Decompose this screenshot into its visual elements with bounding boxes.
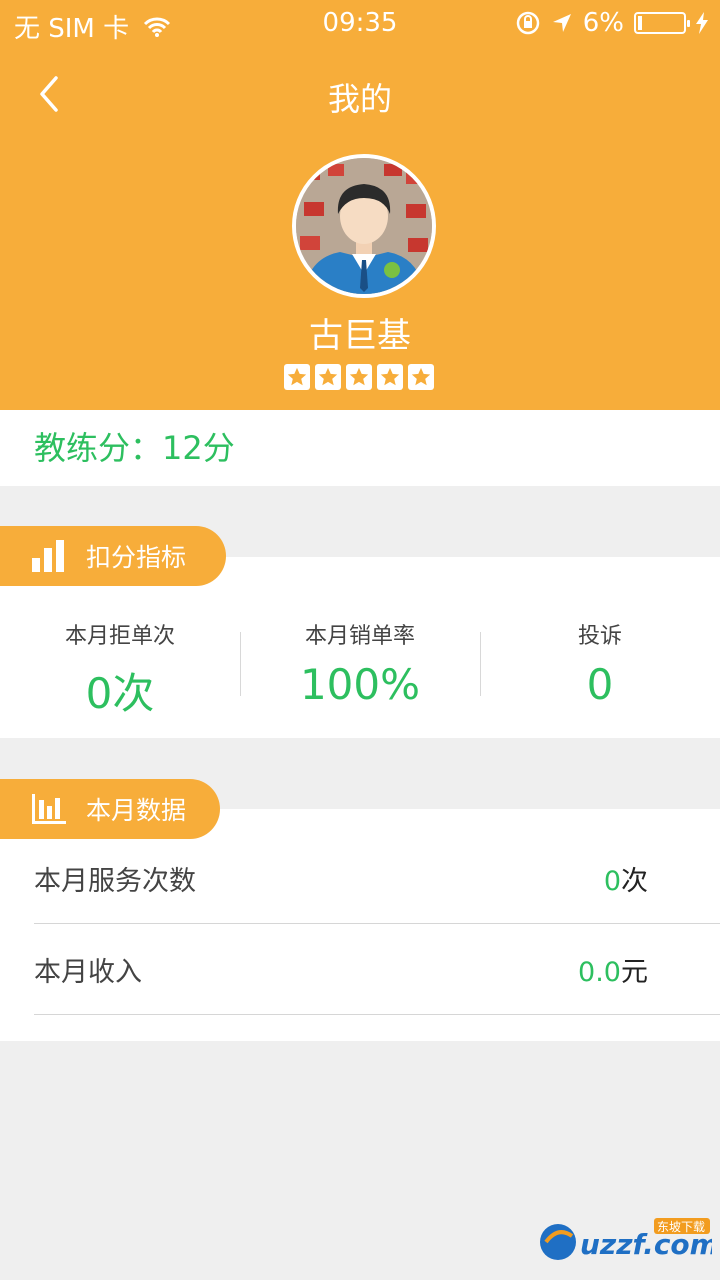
battery-percent: 6%: [582, 8, 624, 38]
metric-value: 0: [586, 660, 614, 709]
metric-value: 100%: [299, 660, 421, 709]
user-name: 古巨基: [309, 316, 411, 356]
rotation-lock-icon: [516, 11, 539, 35]
service-count-value: 0: [603, 866, 621, 897]
deduction-section-title: 扣分指标: [86, 543, 187, 572]
service-count-unit: 次: [621, 866, 648, 897]
profile-header: 无 SIM 卡 09:35 6% 我的 古巨基: [0, 0, 720, 410]
monthly-section-tab: 本月数据: [0, 779, 220, 839]
avatar-illustration: [296, 158, 432, 294]
metric-rejections: 本月拒单次 0次: [0, 586, 240, 738]
bar-chart-icon: [32, 540, 64, 572]
page-title: 我的: [327, 80, 392, 118]
watermark-logo: uzzf.com 东坡下载: [540, 1218, 712, 1261]
avatar[interactable]: [292, 154, 436, 298]
metric-value: 0次: [85, 669, 155, 718]
metric-label: 投诉: [577, 624, 622, 649]
monthly-section-title: 本月数据: [86, 796, 187, 825]
income-value: 0.0: [578, 957, 621, 988]
coach-score: 教练分：12分: [0, 410, 720, 486]
star-icon: [408, 364, 434, 390]
income-unit: 元: [621, 957, 648, 988]
watermark-tag: 东坡下载: [657, 1220, 705, 1234]
column-chart-icon: [32, 794, 66, 824]
status-bar: 无 SIM 卡 09:35 6%: [0, 0, 720, 46]
star-icon: [346, 364, 372, 390]
metric-cancel-rate: 本月销单率 100%: [240, 586, 480, 738]
data-row-label: 本月服务次数: [34, 866, 196, 897]
star-icon: [377, 364, 403, 390]
data-row-value: 0.0元: [578, 950, 648, 989]
metric-label: 本月拒单次: [64, 624, 175, 649]
data-row-value: 0次: [604, 859, 648, 898]
deduction-section-tab: 扣分指标: [0, 526, 226, 586]
star-icon: [315, 364, 341, 390]
metric-complaints: 投诉 0: [480, 586, 720, 738]
data-row-service-count: 本月服务次数 0次: [34, 834, 720, 924]
charging-bolt-icon: [696, 12, 708, 34]
data-row-income: 本月收入 0.0元: [34, 925, 720, 1015]
location-arrow-icon: [552, 14, 571, 32]
data-row-label: 本月收入: [34, 957, 142, 988]
deduction-metrics: 本月拒单次 0次 本月销单率 100% 投诉 0: [0, 586, 720, 738]
metric-label: 本月销单率: [304, 624, 415, 649]
star-icon: [284, 364, 310, 390]
star-rating: [284, 364, 434, 390]
battery-icon: [634, 12, 690, 34]
